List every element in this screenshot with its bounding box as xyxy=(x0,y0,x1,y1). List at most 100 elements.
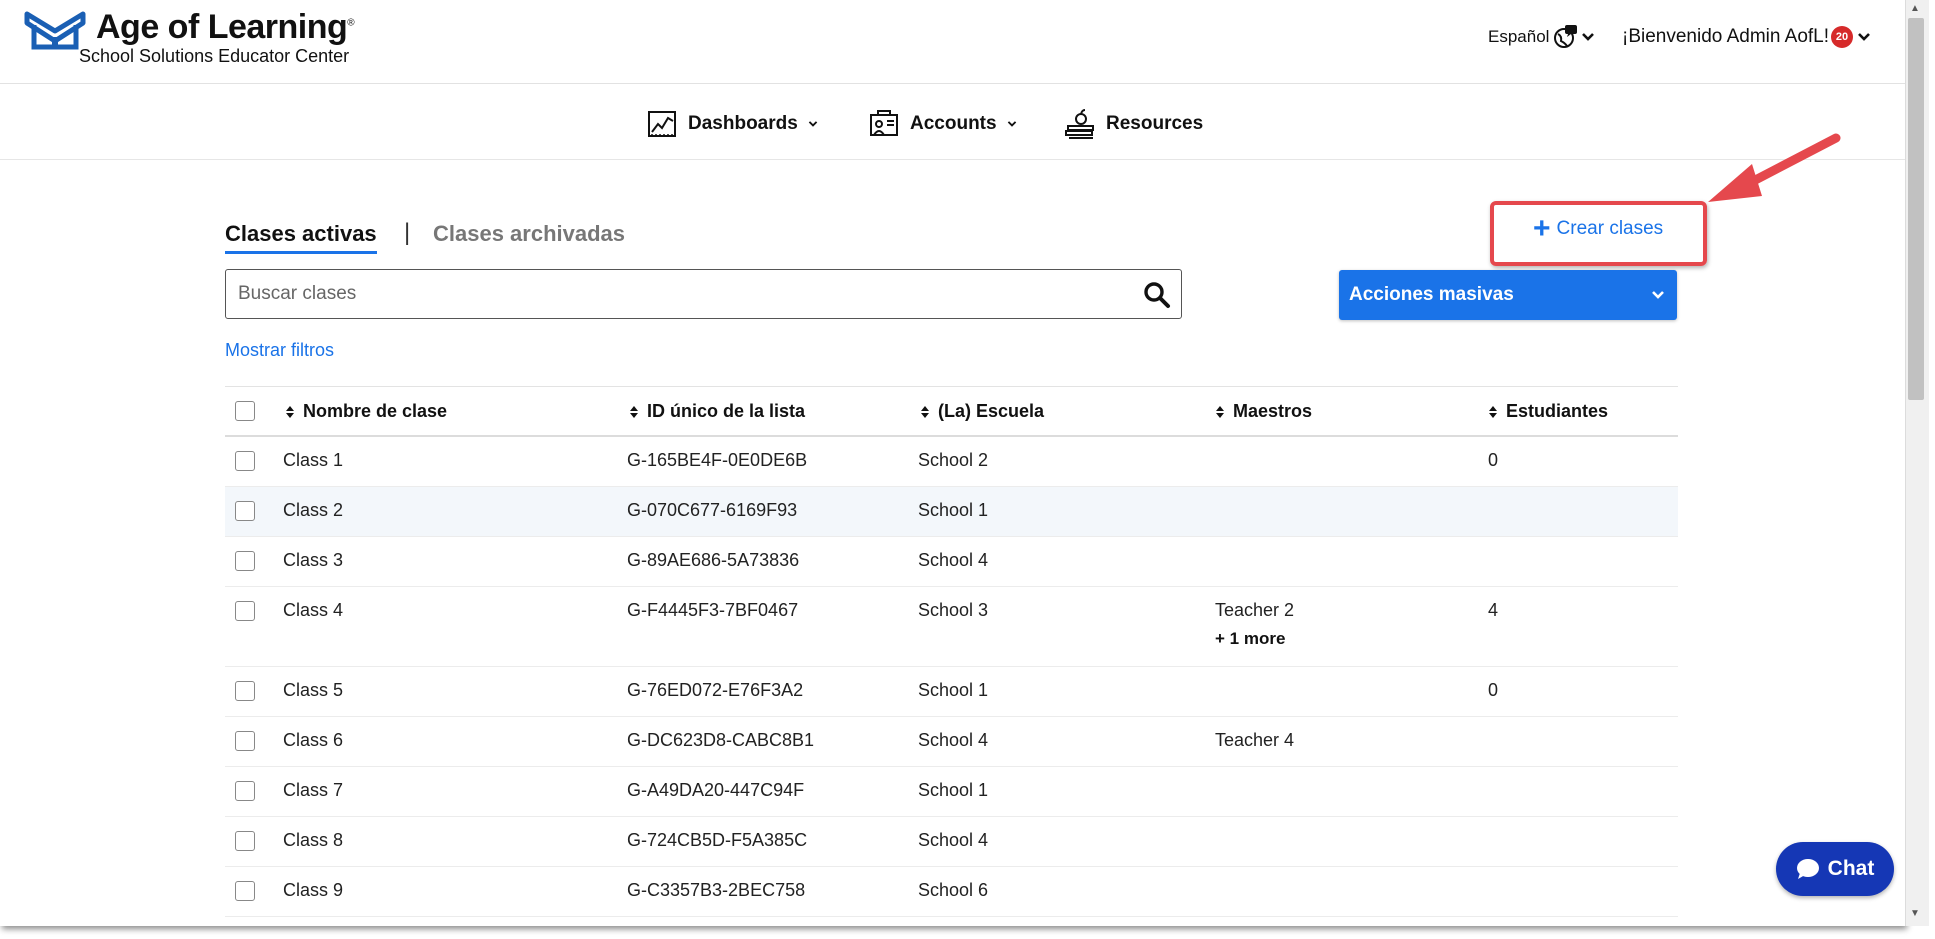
school-cell: School 1 xyxy=(918,500,989,520)
chevron-down-icon xyxy=(1582,33,1595,41)
students-cell: 0 xyxy=(1488,450,1499,470)
logo-icon[interactable] xyxy=(24,11,86,53)
create-classes-label: Crear clases xyxy=(1556,218,1664,239)
scrollbar-thumb[interactable] xyxy=(1908,18,1924,400)
column-header-students[interactable]: Estudiantes xyxy=(1488,401,1608,422)
row-checkbox[interactable] xyxy=(235,451,255,471)
top-bar: Age of Learning® School Solutions Educat… xyxy=(0,0,1905,84)
table-row[interactable]: Class 1 G-165BE4F-0E0DE6B School 2 0 xyxy=(225,437,1678,487)
account-board-icon xyxy=(870,110,898,136)
table-row[interactable]: Class 9 G-C3357B3-2BEC758 School 6 xyxy=(225,867,1678,917)
brand-text: Age of Learning xyxy=(96,8,348,46)
column-header-roster-id[interactable]: ID único de la lista xyxy=(629,401,805,422)
trademark-mark: ® xyxy=(347,17,355,29)
row-checkbox[interactable] xyxy=(235,551,255,571)
class-name-cell[interactable]: Class 9 xyxy=(283,880,343,901)
row-checkbox[interactable] xyxy=(235,731,255,751)
nav-dashboards[interactable]: Dashboards xyxy=(646,108,818,140)
table-row[interactable]: Class 8 G-724CB5D-F5A385C School 4 xyxy=(225,817,1678,867)
scroll-down-icon[interactable]: ▼ xyxy=(1910,908,1920,919)
scroll-up-icon[interactable]: ▲ xyxy=(1910,3,1920,14)
table-row[interactable]: Class 5 G-76ED072-E76F3A2 School 1 0 xyxy=(225,667,1678,717)
nav-accounts[interactable]: Accounts xyxy=(868,108,1017,140)
tab-archived-classes[interactable]: Clases archivadas xyxy=(433,221,625,247)
students-cell: 0 xyxy=(1488,680,1499,700)
search-icon[interactable] xyxy=(1143,281,1171,309)
more-teachers-link[interactable]: + 1 more xyxy=(1215,629,1294,649)
chevron-down-icon xyxy=(808,121,818,127)
column-header-school[interactable]: (La) Escuela xyxy=(920,401,1044,422)
roster-id-cell: G-A49DA20-447C94F xyxy=(627,780,805,800)
row-checkbox[interactable] xyxy=(235,681,255,701)
show-filters-link[interactable]: Mostrar filtros xyxy=(225,340,334,361)
brand-name[interactable]: Age of Learning® xyxy=(96,8,355,47)
school-cell: School 4 xyxy=(918,830,989,850)
table-row[interactable]: Class 6 G-DC623D8-CABC8B1 School 4 Teach… xyxy=(225,717,1678,767)
select-all-checkbox[interactable] xyxy=(235,401,255,421)
school-cell: School 2 xyxy=(918,450,989,470)
sort-icon xyxy=(921,405,929,418)
books-apple-icon xyxy=(1065,109,1094,139)
notification-badge[interactable]: 20 xyxy=(1831,26,1854,48)
roster-id-cell: G-165BE4F-0E0DE6B xyxy=(627,450,808,470)
bulk-actions-label: Acciones masivas xyxy=(1349,284,1514,305)
class-name-cell[interactable]: Class 2 xyxy=(283,500,343,521)
sort-icon xyxy=(1489,405,1497,418)
table-row[interactable]: Class 3 G-89AE686-5A73836 School 4 xyxy=(225,537,1678,587)
chat-button[interactable]: Chat xyxy=(1776,842,1894,896)
column-header-class-name[interactable]: Nombre de clase xyxy=(285,401,447,422)
table-header: Nombre de clase ID único de la lista (La… xyxy=(225,386,1678,437)
teacher-name: Teacher 2 xyxy=(1215,600,1295,620)
create-classes-button[interactable]: + Crear clases xyxy=(1533,212,1664,245)
globe-icon xyxy=(1554,25,1578,48)
sort-icon xyxy=(1216,405,1224,418)
row-checkbox[interactable] xyxy=(235,881,255,901)
class-name-cell[interactable]: Class 3 xyxy=(283,550,343,571)
roster-id-cell: G-724CB5D-F5A385C xyxy=(627,830,808,850)
callout-arrow-icon xyxy=(1708,133,1841,202)
class-name-cell[interactable]: Class 1 xyxy=(283,450,343,471)
column-header-label: (La) Escuela xyxy=(938,401,1045,421)
welcome-text: ¡Bienvenido Admin AofL! xyxy=(1622,26,1830,47)
table-row[interactable]: Class 2 G-070C677-6169F93 School 1 xyxy=(225,487,1678,537)
sort-icon xyxy=(286,405,294,418)
table-row[interactable]: Class 4 G-F4445F3-7BF0467 School 3 Teach… xyxy=(225,587,1678,667)
search-input[interactable] xyxy=(226,270,1126,318)
school-cell: School 1 xyxy=(918,780,989,800)
class-name-cell[interactable]: Class 6 xyxy=(283,730,343,751)
column-header-label: Maestros xyxy=(1233,401,1313,421)
row-checkbox[interactable] xyxy=(235,501,255,521)
row-checkbox[interactable] xyxy=(235,831,255,851)
bulk-actions-dropdown[interactable]: Acciones masivas xyxy=(1339,270,1677,320)
school-cell: School 4 xyxy=(918,550,989,570)
chart-line-icon xyxy=(648,111,676,137)
table-row[interactable]: Class 7 G-A49DA20-447C94F School 1 xyxy=(225,767,1678,817)
roster-id-cell: G-F4445F3-7BF0467 xyxy=(627,600,799,620)
chat-bubble-icon xyxy=(1796,859,1819,879)
column-header-teachers[interactable]: Maestros xyxy=(1215,401,1312,422)
chat-label: Chat xyxy=(1827,857,1875,880)
brand-subtitle: School Solutions Educator Center xyxy=(79,46,350,66)
sort-icon xyxy=(630,405,638,418)
school-cell: School 3 xyxy=(918,600,989,620)
class-name-cell[interactable]: Class 4 xyxy=(283,600,343,621)
user-menu[interactable]: ¡Bienvenido Admin AofL! 20 xyxy=(1622,26,1871,48)
nav-dashboards-label: Dashboards xyxy=(688,113,798,134)
roster-id-cell: G-76ED072-E76F3A2 xyxy=(627,680,804,700)
language-selector[interactable]: Español xyxy=(1488,24,1595,50)
row-checkbox[interactable] xyxy=(235,781,255,801)
row-checkbox[interactable] xyxy=(235,601,255,621)
classes-table: Nombre de clase ID único de la lista (La… xyxy=(225,386,1678,917)
nav-resources[interactable]: Resources xyxy=(1064,108,1203,140)
students-cell: 4 xyxy=(1488,600,1499,620)
column-header-label: Estudiantes xyxy=(1506,401,1609,421)
plus-icon: + xyxy=(1533,212,1551,245)
class-name-cell[interactable]: Class 7 xyxy=(283,780,343,801)
column-header-label: Nombre de clase xyxy=(303,401,448,421)
roster-id-cell: G-89AE686-5A73836 xyxy=(627,550,800,570)
class-name-cell[interactable]: Class 8 xyxy=(283,830,343,851)
nav-accounts-label: Accounts xyxy=(910,113,997,134)
tab-active-classes[interactable]: Clases activas xyxy=(225,221,377,254)
search-box xyxy=(225,269,1182,319)
class-name-cell[interactable]: Class 5 xyxy=(283,680,343,701)
